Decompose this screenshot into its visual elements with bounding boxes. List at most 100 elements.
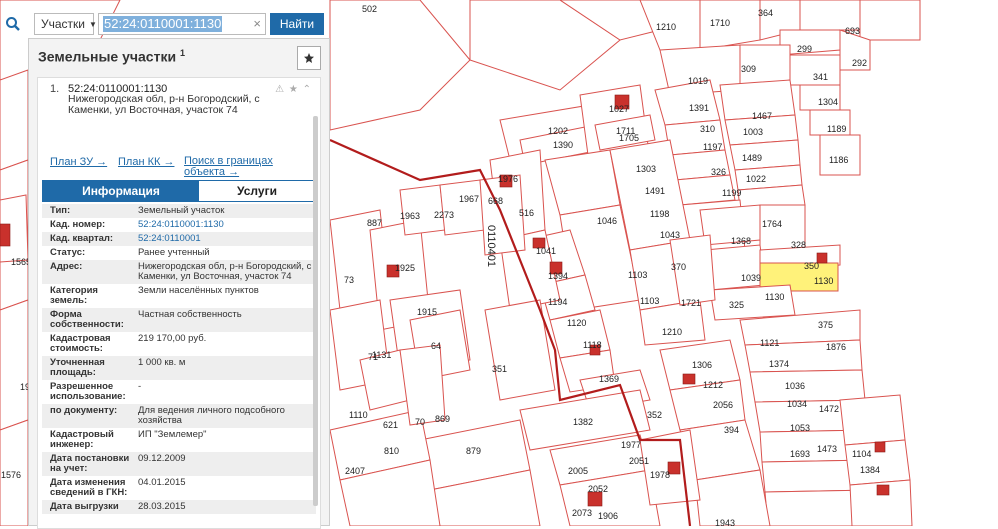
property-key: Уточненная площадь: bbox=[50, 357, 105, 378]
property-row: Кад. номер: 52:24:0110001:1130 bbox=[42, 218, 316, 232]
property-key: Кад. квартал: bbox=[50, 233, 114, 244]
parcel-label: 1186 bbox=[829, 155, 848, 165]
parcel-label: 1210 bbox=[662, 327, 682, 337]
favorite-button[interactable] bbox=[297, 46, 321, 70]
parcel-label: 73 bbox=[344, 275, 354, 285]
plan-zu-link[interactable]: План ЗУ → bbox=[50, 156, 107, 168]
parcel-label: 668 bbox=[488, 196, 503, 206]
property-key: Статус: bbox=[50, 247, 86, 258]
property-row: Кадастровый инженер: ИП "Землемер" bbox=[42, 428, 316, 452]
parcel-label: 621 bbox=[383, 420, 398, 430]
parcel-label: 1906 bbox=[598, 511, 618, 521]
parcel-label: 1382 bbox=[573, 417, 593, 427]
parcel-label: 1943 bbox=[715, 518, 735, 526]
parcel-label: 1046 bbox=[597, 216, 617, 226]
search-input[interactable]: 52:24:0110001:1130 × bbox=[98, 13, 266, 35]
parcel-label: 2407 bbox=[345, 466, 365, 476]
property-row: Тип: Земельный участок bbox=[42, 204, 316, 218]
parcel-label: 1303 bbox=[636, 164, 656, 174]
parcel-label: 1915 bbox=[417, 307, 437, 317]
plan-kk-link[interactable]: План КК → bbox=[118, 156, 174, 168]
parcel-label: 2005 bbox=[568, 466, 588, 476]
panel-scrollbar[interactable] bbox=[313, 116, 318, 506]
parcel-label: 879 bbox=[466, 446, 481, 456]
parcel-label: 1705 bbox=[619, 133, 639, 143]
parcel-label: 1576 bbox=[1, 470, 21, 480]
properties-table: Тип: Земельный участок Кад. номер: 52:24:01… bbox=[42, 204, 316, 514]
parcel-label: 1963 bbox=[400, 211, 420, 221]
parcel-label: 1043 bbox=[660, 230, 680, 240]
card-tabs: Информация Услуги bbox=[42, 180, 316, 202]
property-row: Дата постановки на учет: 09.12.2009 bbox=[42, 452, 316, 476]
find-button[interactable]: Найти bbox=[270, 13, 324, 35]
property-row: Адрес: Нижегородская обл, р-н Богородский… bbox=[42, 260, 316, 284]
property-value[interactable]: 52:24:0110001:1130 bbox=[134, 220, 316, 230]
search-bounds-link[interactable]: Поиск в границах объекта → bbox=[184, 156, 280, 178]
property-key: Разрешенное использование: bbox=[50, 381, 126, 402]
parcel-label: 328 bbox=[791, 240, 806, 250]
parcel-label: 1721 bbox=[681, 298, 701, 308]
property-row: Статус: Ранее учтенный bbox=[42, 246, 316, 260]
property-key: Кадастровая стоимость: bbox=[50, 333, 111, 354]
property-row: Дата изменения сведений в ГКН: 04.01.2015 bbox=[42, 476, 316, 500]
results-panel: Земельные участки 1 1. 52:24:0110001:113… bbox=[28, 38, 330, 529]
parcel-label: 71 bbox=[368, 352, 378, 362]
parcel-label: 1391 bbox=[689, 103, 709, 113]
property-row: Уточненная площадь: 1 000 кв. м bbox=[42, 356, 316, 380]
result-address: Нижегородская обл, р-н Богородский, с Ка… bbox=[68, 93, 260, 116]
parcel-label: 326 bbox=[711, 167, 726, 177]
parcel-label: 1693 bbox=[790, 449, 810, 459]
property-key: Кадастровый инженер: bbox=[50, 429, 114, 450]
parcel-label: 2052 bbox=[588, 484, 608, 494]
parcel-label: 1304 bbox=[818, 97, 838, 107]
property-key: Форма собственности: bbox=[50, 309, 124, 330]
parcel-label: 516 bbox=[519, 208, 534, 218]
panel-header: Земельные участки 1 bbox=[29, 39, 329, 73]
card-actions-icon[interactable]: ⚠ ★ ⌃ bbox=[275, 84, 312, 95]
property-key: Кад. номер: bbox=[50, 219, 106, 230]
parcel-label: 309 bbox=[741, 64, 756, 74]
parcel-label: 325 bbox=[729, 300, 744, 310]
parcel-label: 1306 bbox=[692, 360, 712, 370]
search-icon[interactable] bbox=[0, 12, 26, 36]
parcel-label: 693 bbox=[845, 26, 860, 36]
property-row: Форма собственности: Частная собственност… bbox=[42, 308, 316, 332]
parcel-label: 1368 bbox=[731, 236, 751, 246]
tab-services[interactable]: Услуги bbox=[199, 181, 315, 201]
parcel-label: 502 bbox=[362, 4, 377, 14]
parcel-label: 1194 bbox=[548, 297, 567, 307]
parcel-label: 1022 bbox=[746, 174, 766, 184]
parcel-label: 1710 bbox=[710, 18, 730, 28]
parcel-label: 364 bbox=[758, 8, 773, 18]
result-index: 1. bbox=[50, 83, 60, 95]
parcel-label: 1374 bbox=[769, 359, 789, 369]
tab-information[interactable]: Информация bbox=[43, 181, 199, 201]
parcel-label: 1110 bbox=[349, 410, 368, 420]
parcel-label: 1384 bbox=[860, 465, 880, 475]
property-value: Для ведения личного подсобного хозяйства bbox=[138, 405, 285, 426]
parcel-label: 70 bbox=[415, 417, 425, 427]
property-value: Земли населённых пунктов bbox=[138, 285, 259, 296]
object-type-select[interactable]: Участки ▼ bbox=[34, 13, 97, 35]
parcel-label: 1473 bbox=[817, 444, 837, 454]
parcel-label: 1925 bbox=[395, 263, 415, 273]
parcel-label: 292 bbox=[852, 58, 867, 68]
property-value: 04.01.2015 bbox=[138, 477, 186, 488]
property-key: Дата выгрузки bbox=[50, 501, 119, 512]
parcel-label: 887 bbox=[367, 218, 382, 228]
property-row: Категория земель: Земли населённых пункто… bbox=[42, 284, 316, 308]
property-row: по документу: Для ведения личного подсобн… bbox=[42, 404, 316, 428]
parcel-label: 64 bbox=[431, 341, 441, 351]
parcel-label: 1003 bbox=[743, 127, 763, 137]
parcel-label: 1053 bbox=[790, 423, 810, 433]
property-value[interactable]: 52:24:0110001 bbox=[134, 234, 316, 244]
parcel-label: 1103 bbox=[628, 270, 647, 280]
parcel-label: 869 bbox=[435, 414, 450, 424]
parcel-label: 1199 bbox=[722, 188, 741, 198]
clear-icon[interactable]: × bbox=[253, 16, 261, 31]
parcel-label: 2051 bbox=[629, 456, 649, 466]
parcel-label: 1489 bbox=[742, 153, 762, 163]
parcel-label: 1976 bbox=[498, 174, 518, 184]
property-value: 219 170,00 руб. bbox=[138, 333, 207, 344]
parcel-label: 1019 bbox=[688, 76, 708, 86]
